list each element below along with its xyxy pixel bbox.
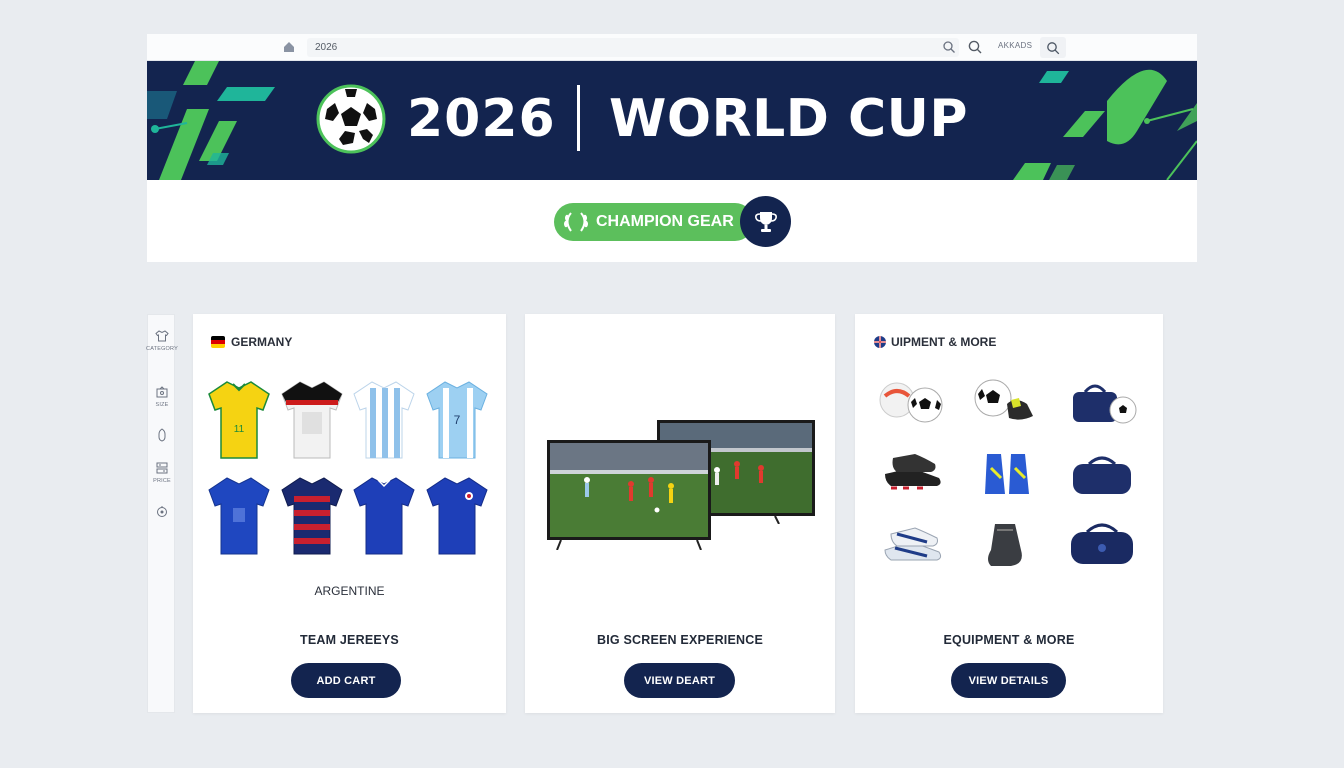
jersey-image[interactable] xyxy=(352,474,416,556)
card-header: UIPMENT & MORE xyxy=(873,335,996,349)
trophy-button[interactable] xyxy=(740,196,791,247)
sidebar-item-label: SIZE xyxy=(155,402,169,408)
jersey-image[interactable] xyxy=(207,474,271,556)
sidebar-item-label: CATEGORY xyxy=(146,346,178,352)
svg-text:7: 7 xyxy=(454,413,461,427)
germany-flag-icon xyxy=(211,336,225,348)
filter-sidebar: CATEGORY SIZE PRICE xyxy=(146,314,178,713)
address-text: 2026 xyxy=(315,42,338,53)
top-bar: 2026 AKKADS xyxy=(147,34,1197,61)
champion-gear-label: CHAMPION GEAR xyxy=(596,213,734,230)
laurel-icon xyxy=(564,212,588,232)
duffel-bag-image[interactable] xyxy=(1067,452,1137,502)
sidebar-item-shield[interactable] xyxy=(148,428,176,442)
soccer-balls-image[interactable] xyxy=(877,378,947,428)
price-icon xyxy=(156,462,168,474)
product-card-jerseys: GERMANY 11 7 ARGENTINE TEAM JEREEYS ADD … xyxy=(193,314,506,713)
jersey-image[interactable] xyxy=(280,474,344,556)
card-subtitle: ARGENTINE xyxy=(314,584,385,598)
sidebar-item-category[interactable]: CATEGORY xyxy=(146,329,178,352)
sidebar-item-price[interactable]: PRICE xyxy=(148,461,176,484)
card-header-label: UIPMENT & MORE xyxy=(891,335,997,349)
jersey-image[interactable] xyxy=(425,474,489,556)
sports-bag-ball-image[interactable] xyxy=(1069,378,1139,428)
shield-icon xyxy=(158,428,166,442)
jersey-image[interactable]: 7 xyxy=(425,378,489,460)
search-button[interactable] xyxy=(1040,37,1066,58)
view-details-button[interactable]: VIEW DETAILS xyxy=(951,663,1066,698)
product-card-big-screen: BIG SCREEN EXPERIENCE VIEW DEART xyxy=(525,314,835,713)
hero-banner: 2026 WORLD CUP xyxy=(147,61,1197,180)
goalkeeper-gloves-image[interactable] xyxy=(973,448,1043,498)
sidebar-item-settings[interactable] xyxy=(148,505,176,519)
card-header-label: GERMANY xyxy=(231,335,293,349)
search-icon[interactable] xyxy=(967,39,983,55)
shirt-icon xyxy=(155,330,169,342)
card-header: GERMANY xyxy=(211,335,292,349)
soccer-ball-icon xyxy=(316,84,386,154)
address-bar[interactable]: 2026 xyxy=(307,38,959,57)
sidebar-item-label: PRICE xyxy=(153,478,171,484)
search-icon xyxy=(1047,41,1060,54)
banner-year: 2026 xyxy=(407,89,556,149)
add-cart-button[interactable]: ADD CART xyxy=(291,663,401,698)
product-card-equipment: UIPMENT & MORE EQUIPMENT & MORE VIEW DET… xyxy=(855,314,1163,713)
sidebar-item-size[interactable]: SIZE xyxy=(148,385,176,408)
home-icon[interactable] xyxy=(283,41,295,53)
white-boots-image[interactable] xyxy=(881,520,951,570)
card-title: BIG SCREEN EXPERIENCE xyxy=(596,633,764,647)
tv-image[interactable] xyxy=(547,440,713,550)
banner-title: WORLD CUP xyxy=(609,89,969,149)
account-label[interactable]: AKKADS xyxy=(998,41,1032,50)
jersey-image[interactable]: 11 xyxy=(207,378,271,460)
svg-text:11: 11 xyxy=(234,424,245,435)
search-icon[interactable] xyxy=(942,40,956,54)
flag-icon xyxy=(874,336,886,348)
ball-gloves-image[interactable] xyxy=(971,376,1041,426)
settings-icon xyxy=(157,506,167,517)
large-duffel-bag-image[interactable] xyxy=(1067,518,1137,568)
banner-divider xyxy=(577,85,580,151)
jersey-image[interactable] xyxy=(280,378,344,460)
jersey-image[interactable] xyxy=(352,378,416,460)
size-icon xyxy=(156,386,168,398)
trophy-icon xyxy=(754,211,777,232)
black-boots-image[interactable] xyxy=(975,520,1045,570)
card-title: EQUIPMENT & MORE xyxy=(943,633,1075,647)
card-title: TEAM JEREEYS xyxy=(300,633,399,647)
football-boots-image[interactable] xyxy=(881,448,951,498)
view-deart-button[interactable]: VIEW DEART xyxy=(624,663,735,698)
